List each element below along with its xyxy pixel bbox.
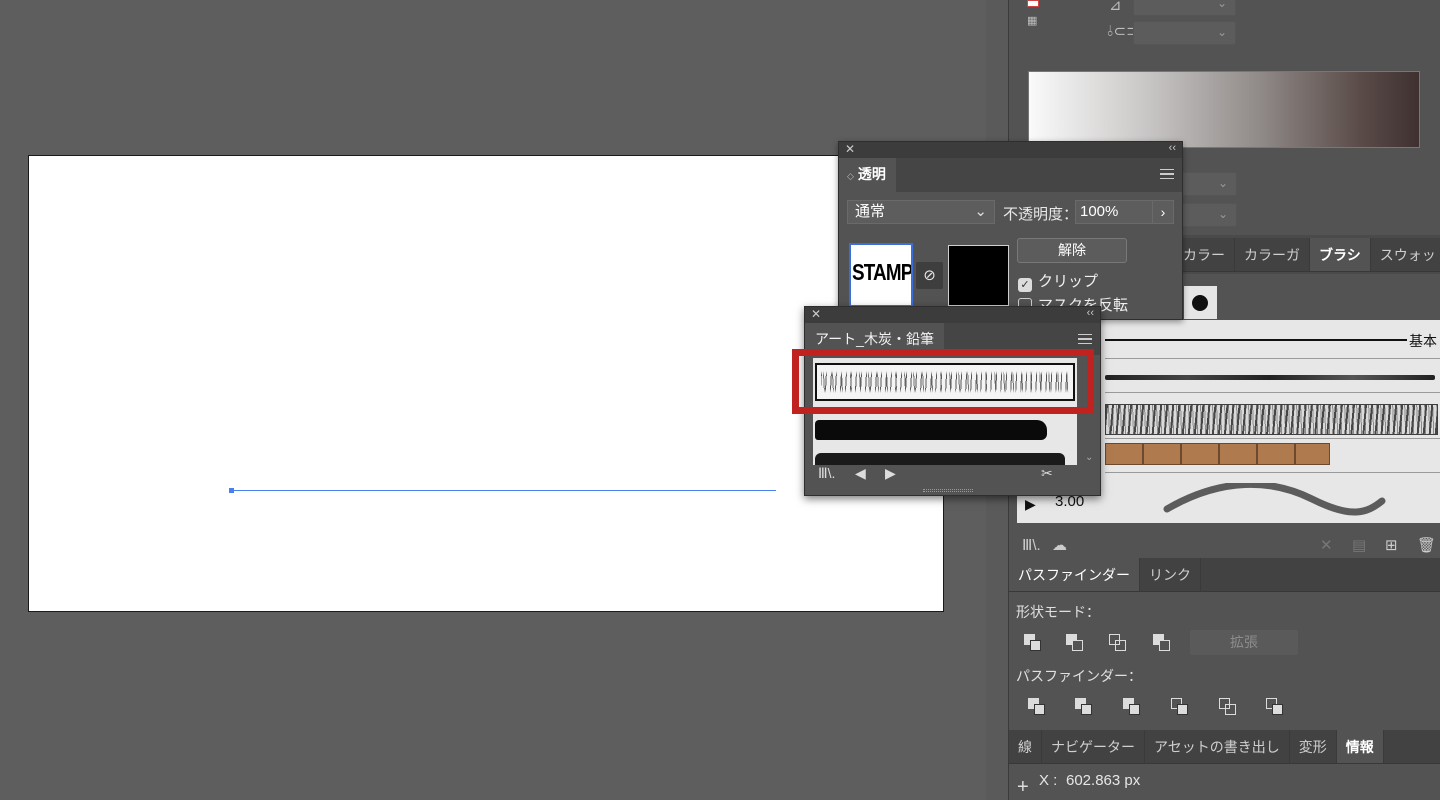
brush-weight-icon: ▶: [1025, 496, 1036, 512]
panel-menu-icon[interactable]: [1078, 334, 1092, 344]
blend-mode-value: 通常: [855, 203, 886, 220]
divide-icon[interactable]: [1028, 698, 1046, 716]
tab-transform[interactable]: 変形: [1290, 730, 1337, 763]
delete-icon[interactable]: 🗑: [1417, 536, 1436, 554]
tab-asset-export[interactable]: アセットの書き出し: [1145, 730, 1290, 763]
tab-swatches[interactable]: スウォッ: [1371, 238, 1440, 271]
aspect-ratio-dropdown[interactable]: ⌄: [1133, 21, 1236, 45]
angle-dropdown[interactable]: ⌄: [1133, 0, 1236, 16]
close-icon[interactable]: ✕: [811, 307, 821, 321]
pathfinder-tabs: パスファインダー リンク: [1009, 558, 1440, 592]
tab-pathfinder[interactable]: パスファインダー: [1009, 558, 1140, 591]
thumbnail-text: STAMP: [852, 259, 913, 285]
brush-row-divider: [1105, 392, 1440, 393]
basic-brush-stroke[interactable]: [1105, 339, 1407, 341]
brush-thumbnail[interactable]: [1184, 286, 1217, 319]
opacity-label: 不透明度：: [1003, 206, 1079, 223]
checkbox-checked-icon: ✓: [1018, 278, 1032, 292]
link-icon[interactable]: ⊘: [916, 262, 943, 289]
anchor-point[interactable]: [229, 488, 234, 493]
info-x-value: 602.863 px: [1066, 772, 1141, 789]
resize-grip[interactable]: [923, 489, 973, 492]
transparency-tab-label: 透明: [857, 166, 886, 182]
panel-menu-icon[interactable]: [1160, 169, 1174, 179]
scroll-down-icon[interactable]: ⌄: [1085, 452, 1093, 463]
highlight-box: [792, 349, 1094, 414]
tab-color-guide[interactable]: カラーガ: [1235, 238, 1310, 271]
tab-stroke[interactable]: 線: [1009, 730, 1042, 763]
mask-thumbnail[interactable]: [948, 245, 1009, 306]
tab-toggle-icon: ◇: [847, 171, 854, 181]
crop-icon[interactable]: [1171, 698, 1189, 716]
pattern-brush[interactable]: [1105, 443, 1330, 465]
pathfinder-label: パスファインダー：: [1016, 668, 1142, 684]
exclude-icon[interactable]: [1153, 634, 1171, 652]
charcoal-wide-brush[interactable]: [1105, 404, 1438, 435]
clip-checkbox[interactable]: ✓ クリップ: [1018, 270, 1098, 292]
charcoal-thin-brush[interactable]: [1105, 375, 1435, 380]
opacity-input[interactable]: 100%: [1075, 200, 1157, 224]
brush-library-icon[interactable]: Ⅲ\.: [818, 465, 835, 482]
tab-links[interactable]: リンク: [1140, 558, 1201, 591]
charcoal-thick-brush[interactable]: [815, 420, 1047, 440]
minus-front-icon[interactable]: [1066, 634, 1084, 652]
tab-transparency[interactable]: ◇ 透明: [839, 158, 896, 192]
opacity-slider-toggle[interactable]: ›: [1152, 200, 1174, 224]
crosshair-icon: +: [1017, 776, 1029, 798]
shape-mode-label: 形状モード：: [1016, 604, 1100, 620]
transparency-tabrow: ◇ 透明: [839, 158, 1182, 192]
pathfinder-panel: 形状モード： 拡張 パスファインダー：: [1009, 592, 1440, 730]
basic-brush-label: 基本: [1409, 333, 1437, 349]
minus-back-icon[interactable]: [1266, 698, 1284, 716]
collapse-icon[interactable]: ‹‹: [1169, 142, 1176, 154]
gradient-location-dropdown[interactable]: ⌄: [1177, 172, 1237, 196]
add-to-brushes-icon[interactable]: ✂: [1041, 465, 1053, 482]
merge-icon[interactable]: [1123, 698, 1141, 716]
fill-stroke-swatch[interactable]: [1027, 0, 1039, 7]
remove-brush-stroke-icon[interactable]: ✕: [1320, 536, 1333, 554]
arrow-left-icon[interactable]: ◀: [855, 465, 866, 482]
trim-icon[interactable]: [1075, 698, 1093, 716]
blend-mode-select[interactable]: 通常 ⌄: [847, 200, 995, 224]
swap-icon[interactable]: ▦: [1027, 14, 1037, 27]
info-x-label: X :: [1039, 772, 1058, 789]
tab-navigator[interactable]: ナビゲーター: [1042, 730, 1145, 763]
outline-icon[interactable]: [1219, 698, 1237, 716]
release-button[interactable]: 解除: [1017, 238, 1127, 263]
brush-library-icon[interactable]: Ⅲ\.: [1022, 536, 1041, 554]
brush-library-titlebar[interactable]: ✕ ‹‹: [805, 307, 1100, 323]
arrow-right-icon[interactable]: ▶: [885, 465, 896, 482]
expand-button[interactable]: 拡張: [1190, 630, 1298, 655]
brush-options-icon[interactable]: ▤: [1352, 536, 1366, 554]
transparency-titlebar[interactable]: ✕ ‹‹: [839, 142, 1182, 158]
close-icon[interactable]: ✕: [845, 142, 855, 156]
object-thumbnail[interactable]: STAMP: [849, 243, 913, 307]
transparency-panel: ✕ ‹‹ ◇ 透明 通常 ⌄ 不透明度： 100% › STAMP ⊘ 解除 ✓ クリ…: [838, 141, 1183, 320]
brush-row-divider: [1105, 472, 1440, 473]
collapse-icon[interactable]: ‹‹: [1087, 307, 1094, 319]
chevron-down-icon: ⌄: [974, 203, 987, 220]
bristle-brush-stroke[interactable]: [1162, 483, 1387, 523]
gradient-slider[interactable]: [1028, 71, 1420, 148]
brush-row-divider: [1105, 438, 1440, 439]
unite-icon[interactable]: [1024, 634, 1042, 652]
gradient-opacity-dropdown[interactable]: ⌄: [1177, 203, 1237, 227]
angle-icon: ⊿: [1109, 0, 1122, 14]
selected-path[interactable]: [231, 490, 776, 491]
intersect-icon[interactable]: [1109, 634, 1127, 652]
tab-brushes[interactable]: ブラシ: [1310, 238, 1371, 271]
tab-color[interactable]: カラー: [1174, 238, 1235, 271]
clip-label: クリップ: [1038, 273, 1099, 290]
library-sync-icon[interactable]: ☁: [1052, 536, 1067, 554]
info-panel: + X : 602.863 px: [1009, 764, 1440, 800]
new-brush-icon[interactable]: ⊞: [1385, 536, 1398, 554]
brushes-footer: Ⅲ\. ☁ ✕ ▤ ⊞ 🗑: [1009, 536, 1440, 558]
calligraphic-dot-icon: [1192, 295, 1208, 311]
tab-info[interactable]: 情報: [1336, 730, 1384, 763]
brush-row-divider: [1105, 358, 1440, 359]
charcoal-rough-brush[interactable]: [815, 453, 1065, 465]
bottom-panel-tabs: 線 ナビゲーター アセットの書き出し 変形 情報: [1009, 730, 1440, 764]
